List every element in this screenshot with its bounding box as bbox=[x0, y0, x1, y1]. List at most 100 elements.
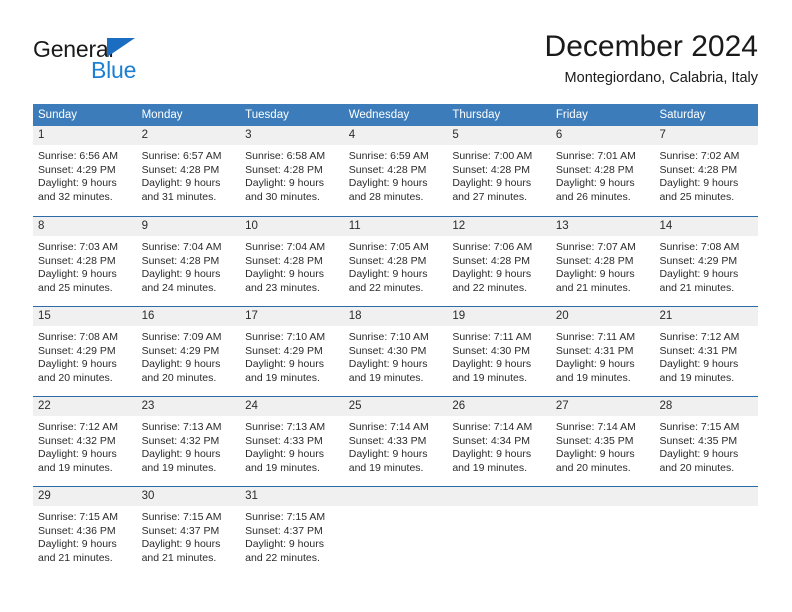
day-details: Sunrise: 7:09 AM Sunset: 4:29 PM Dayligh… bbox=[137, 326, 241, 385]
day-cell[interactable]: 26 Sunrise: 7:14 AM Sunset: 4:34 PM Dayl… bbox=[447, 397, 551, 486]
daylight-text-cont: and 19 minutes. bbox=[659, 371, 735, 384]
day-number: 26 bbox=[452, 400, 466, 412]
day-number-band: 3 bbox=[240, 126, 344, 145]
day-cell[interactable]: 22 Sunrise: 7:12 AM Sunset: 4:32 PM Dayl… bbox=[33, 397, 137, 486]
day-cell[interactable]: 11 Sunrise: 7:05 AM Sunset: 4:28 PM Dayl… bbox=[343, 217, 448, 306]
sunrise-text: Sunrise: 7:10 AM bbox=[245, 331, 326, 343]
day-cell[interactable]: 4 Sunrise: 6:59 AM Sunset: 4:28 PM Dayli… bbox=[343, 126, 448, 216]
weekday-header-thursday: Thursday bbox=[452, 109, 501, 121]
day-cell[interactable]: 5 Sunrise: 7:00 AM Sunset: 4:28 PM Dayli… bbox=[447, 126, 551, 216]
day-number-band: 14 bbox=[654, 217, 759, 236]
day-cell[interactable]: 21 Sunrise: 7:12 AM Sunset: 4:31 PM Dayl… bbox=[654, 307, 759, 396]
sunrise-text: Sunrise: 7:12 AM bbox=[659, 331, 740, 343]
day-cell[interactable]: 10 Sunrise: 7:04 AM Sunset: 4:28 PM Dayl… bbox=[240, 217, 344, 306]
day-cell[interactable]: 1 Sunrise: 6:56 AM Sunset: 4:29 PM Dayli… bbox=[33, 126, 137, 216]
sunset-text: Sunset: 4:29 PM bbox=[38, 163, 116, 176]
sunset-text: Sunset: 4:28 PM bbox=[348, 254, 427, 267]
sunrise-text: Sunrise: 7:00 AM bbox=[452, 150, 533, 162]
logo-triangle-icon bbox=[107, 38, 135, 57]
day-cell[interactable]: 25 Sunrise: 7:14 AM Sunset: 4:33 PM Dayl… bbox=[343, 397, 448, 486]
day-cell[interactable]: 20 Sunrise: 7:11 AM Sunset: 4:31 PM Dayl… bbox=[550, 307, 655, 396]
sunset-text: Sunset: 4:37 PM bbox=[245, 524, 323, 537]
day-number: 19 bbox=[452, 310, 466, 322]
daylight-text: Daylight: 9 hours bbox=[555, 358, 635, 371]
day-number-band: 28 bbox=[654, 397, 759, 416]
day-cell[interactable]: 6 Sunrise: 7:01 AM Sunset: 4:28 PM Dayli… bbox=[550, 126, 655, 216]
sunrise-text: Sunrise: 7:12 AM bbox=[38, 421, 118, 433]
week-row: 22 Sunrise: 7:12 AM Sunset: 4:32 PM Dayl… bbox=[33, 396, 759, 486]
daylight-text: Daylight: 9 hours bbox=[348, 358, 428, 371]
day-cell[interactable]: 30 Sunrise: 7:15 AM Sunset: 4:37 PM Dayl… bbox=[136, 487, 241, 576]
day-cell[interactable]: 12 Sunrise: 7:06 AM Sunset: 4:28 PM Dayl… bbox=[447, 217, 551, 306]
day-number: 8 bbox=[38, 220, 45, 232]
sunset-text: Sunset: 4:33 PM bbox=[348, 434, 427, 447]
day-cell[interactable]: 13 Sunrise: 7:07 AM Sunset: 4:28 PM Dayl… bbox=[550, 217, 655, 306]
sunset-text: Sunset: 4:29 PM bbox=[659, 254, 738, 267]
sunset-text: Sunset: 4:28 PM bbox=[245, 163, 323, 176]
day-cell[interactable]: 9 Sunrise: 7:04 AM Sunset: 4:28 PM Dayli… bbox=[136, 217, 241, 306]
daylight-text: Daylight: 9 hours bbox=[141, 177, 221, 190]
day-cell[interactable]: 16 Sunrise: 7:09 AM Sunset: 4:29 PM Dayl… bbox=[136, 307, 241, 396]
page-header: General Blue December 2024 Montegiordano… bbox=[33, 28, 758, 100]
sunrise-text: Sunrise: 7:11 AM bbox=[452, 331, 532, 343]
day-cell[interactable]: 24 Sunrise: 7:13 AM Sunset: 4:33 PM Dayl… bbox=[240, 397, 344, 486]
day-number: 13 bbox=[555, 220, 569, 232]
weekday-header-sunday: Sunday bbox=[38, 109, 78, 121]
day-cell[interactable]: 18 Sunrise: 7:10 AM Sunset: 4:30 PM Dayl… bbox=[343, 307, 448, 396]
day-number: 21 bbox=[659, 310, 673, 322]
day-number: 30 bbox=[141, 490, 155, 502]
day-cell[interactable]: 2 Sunrise: 6:57 AM Sunset: 4:28 PM Dayli… bbox=[136, 126, 241, 216]
day-cell[interactable]: 31 Sunrise: 7:15 AM Sunset: 4:37 PM Dayl… bbox=[240, 487, 344, 576]
daylight-text: Daylight: 9 hours bbox=[38, 177, 117, 190]
day-number-band: 15 bbox=[33, 307, 137, 326]
day-cell[interactable]: 3 Sunrise: 6:58 AM Sunset: 4:28 PM Dayli… bbox=[240, 126, 344, 216]
day-details: Sunrise: 7:02 AM Sunset: 4:28 PM Dayligh… bbox=[654, 145, 758, 204]
day-details: Sunrise: 6:56 AM Sunset: 4:29 PM Dayligh… bbox=[33, 145, 137, 204]
day-details: Sunrise: 7:14 AM Sunset: 4:33 PM Dayligh… bbox=[344, 416, 448, 475]
day-details bbox=[551, 506, 655, 511]
daylight-text-cont: and 22 minutes. bbox=[348, 281, 424, 294]
daylight-text: Daylight: 9 hours bbox=[659, 358, 739, 371]
day-cell[interactable]: 23 Sunrise: 7:13 AM Sunset: 4:32 PM Dayl… bbox=[136, 397, 241, 486]
daylight-text: Daylight: 9 hours bbox=[38, 538, 117, 551]
sunset-text: Sunset: 4:28 PM bbox=[452, 254, 530, 267]
day-number-band: 2 bbox=[136, 126, 241, 145]
daylight-text-cont: and 25 minutes. bbox=[38, 281, 113, 294]
day-number-band: 11 bbox=[343, 217, 448, 236]
daylight-text-cont: and 30 minutes. bbox=[245, 190, 320, 203]
day-details: Sunrise: 7:15 AM Sunset: 4:37 PM Dayligh… bbox=[137, 506, 241, 565]
day-number: 10 bbox=[245, 220, 258, 232]
sunrise-text: Sunrise: 7:01 AM bbox=[555, 150, 636, 162]
general-blue-logo: General Blue bbox=[33, 36, 233, 92]
sunset-text: Sunset: 4:28 PM bbox=[245, 254, 323, 267]
day-cell[interactable]: 28 Sunrise: 7:15 AM Sunset: 4:35 PM Dayl… bbox=[654, 397, 759, 486]
day-number-band: 1 bbox=[33, 126, 137, 145]
sunrise-text: Sunrise: 7:15 AM bbox=[245, 511, 326, 523]
sunset-text: Sunset: 4:28 PM bbox=[555, 163, 634, 176]
day-details: Sunrise: 7:04 AM Sunset: 4:28 PM Dayligh… bbox=[240, 236, 344, 295]
day-number: 29 bbox=[38, 490, 51, 502]
day-cell[interactable]: 7 Sunrise: 7:02 AM Sunset: 4:28 PM Dayli… bbox=[654, 126, 759, 216]
daylight-text: Daylight: 9 hours bbox=[659, 177, 739, 190]
sunrise-text: Sunrise: 7:15 AM bbox=[141, 511, 222, 523]
sunrise-text: Sunrise: 6:59 AM bbox=[348, 150, 429, 162]
day-details: Sunrise: 7:14 AM Sunset: 4:34 PM Dayligh… bbox=[447, 416, 551, 475]
day-cell[interactable]: 15 Sunrise: 7:08 AM Sunset: 4:29 PM Dayl… bbox=[33, 307, 137, 396]
day-details: Sunrise: 7:12 AM Sunset: 4:32 PM Dayligh… bbox=[33, 416, 137, 475]
day-cell[interactable]: 17 Sunrise: 7:10 AM Sunset: 4:29 PM Dayl… bbox=[240, 307, 344, 396]
day-number: 15 bbox=[38, 310, 51, 322]
day-cell-empty bbox=[447, 487, 551, 576]
day-cell[interactable]: 8 Sunrise: 7:03 AM Sunset: 4:28 PM Dayli… bbox=[33, 217, 137, 306]
day-cell[interactable]: 19 Sunrise: 7:11 AM Sunset: 4:30 PM Dayl… bbox=[447, 307, 551, 396]
day-number: 12 bbox=[452, 220, 466, 232]
day-cell[interactable]: 27 Sunrise: 7:14 AM Sunset: 4:35 PM Dayl… bbox=[550, 397, 655, 486]
weekday-header-friday: Friday bbox=[555, 109, 588, 121]
sunset-text: Sunset: 4:32 PM bbox=[141, 434, 220, 447]
sunset-text: Sunset: 4:28 PM bbox=[555, 254, 634, 267]
sunrise-text: Sunrise: 7:14 AM bbox=[555, 421, 636, 433]
day-number-band: 22 bbox=[33, 397, 137, 416]
day-cell[interactable]: 14 Sunrise: 7:08 AM Sunset: 4:29 PM Dayl… bbox=[654, 217, 759, 306]
day-details: Sunrise: 7:13 AM Sunset: 4:32 PM Dayligh… bbox=[137, 416, 241, 475]
day-number-band bbox=[654, 487, 759, 506]
day-cell[interactable]: 29 Sunrise: 7:15 AM Sunset: 4:36 PM Dayl… bbox=[33, 487, 137, 576]
